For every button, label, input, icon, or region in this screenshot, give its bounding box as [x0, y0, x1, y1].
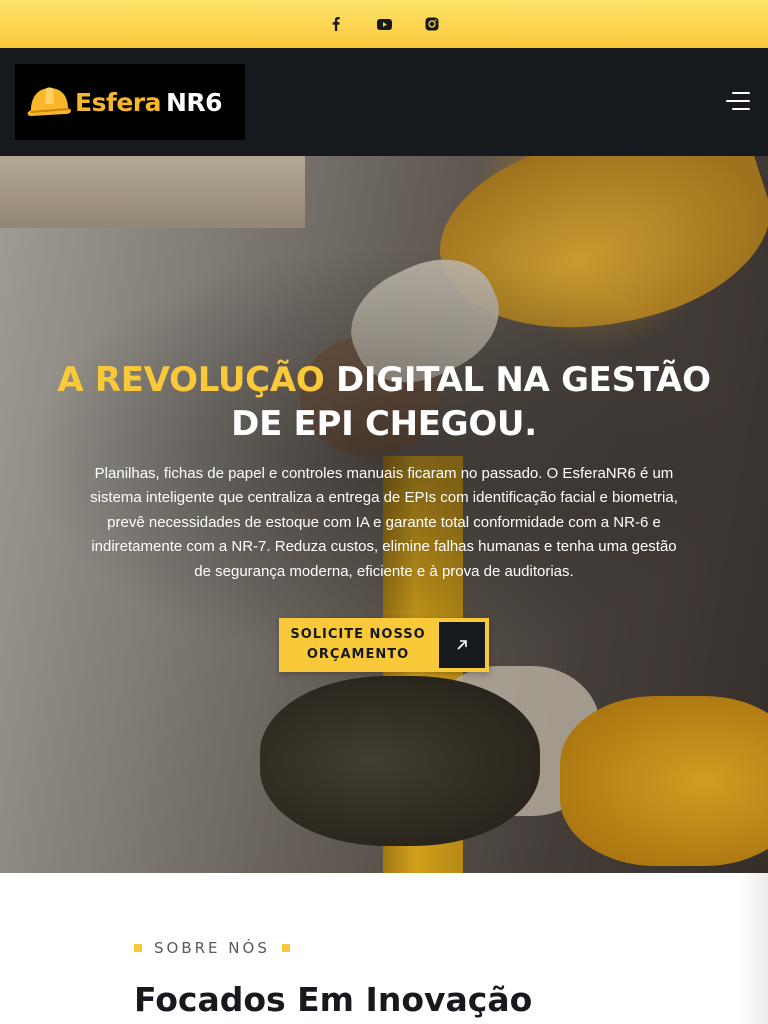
- arrow-up-right-icon: [439, 622, 485, 668]
- section-tag: SOBRE NÓS: [134, 939, 290, 957]
- logo-text-esfera: Esfera: [75, 87, 162, 117]
- site-header: Esfera NR6: [0, 48, 768, 156]
- hero-section: A REVOLUÇÃO DIGITAL NA GESTÃO DE EPI CHE…: [0, 156, 768, 873]
- hero-description: Planilhas, fichas de papel e controles m…: [90, 465, 678, 580]
- hard-hat-icon: [27, 87, 71, 116]
- hero-title: A REVOLUÇÃO DIGITAL NA GESTÃO DE EPI CHE…: [40, 358, 728, 446]
- hamburger-menu-icon[interactable]: [724, 88, 750, 114]
- tag-square-icon: [134, 944, 142, 952]
- youtube-icon[interactable]: [376, 16, 392, 32]
- social-topbar: [0, 0, 768, 48]
- hero-title-accent: A REVOLUÇÃO: [57, 360, 325, 400]
- instagram-icon[interactable]: [424, 16, 440, 32]
- about-section: SOBRE NÓS Focados Em Inovação: [0, 873, 768, 1024]
- logo-text-nr6: NR6: [166, 87, 223, 117]
- tag-square-icon: [281, 944, 290, 952]
- about-title: Focados Em Inovação: [134, 980, 533, 1019]
- request-quote-button[interactable]: SOLICITE NOSSO ORÇAMENTO: [279, 618, 489, 672]
- section-tag-label: SOBRE NÓS: [154, 939, 270, 957]
- site-logo[interactable]: Esfera NR6: [15, 64, 245, 140]
- request-quote-label: SOLICITE NOSSO ORÇAMENTO: [290, 627, 426, 662]
- facebook-icon[interactable]: [328, 16, 344, 32]
